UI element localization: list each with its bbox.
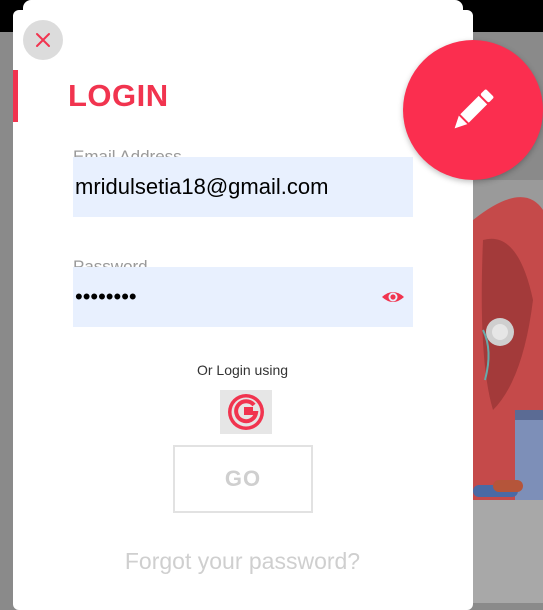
forgot-password-link[interactable]: Forgot your password?: [0, 548, 485, 575]
close-icon: [36, 33, 50, 47]
background-illustration: [463, 180, 543, 510]
password-field[interactable]: [75, 267, 375, 327]
eye-icon[interactable]: [381, 286, 405, 308]
google-icon: [228, 394, 264, 430]
alt-login-text: Or Login using: [196, 362, 289, 378]
google-login-button[interactable]: [220, 390, 272, 434]
email-field[interactable]: [75, 157, 375, 217]
title-accent-bar: [13, 70, 18, 122]
close-button[interactable]: [23, 20, 63, 60]
page-title: LOGIN: [68, 78, 169, 113]
email-field-box[interactable]: [73, 157, 413, 217]
pencil-icon: [454, 89, 494, 129]
password-field-box[interactable]: [73, 267, 413, 327]
go-button[interactable]: GO: [173, 445, 313, 513]
edit-fab-button[interactable]: [403, 40, 543, 180]
